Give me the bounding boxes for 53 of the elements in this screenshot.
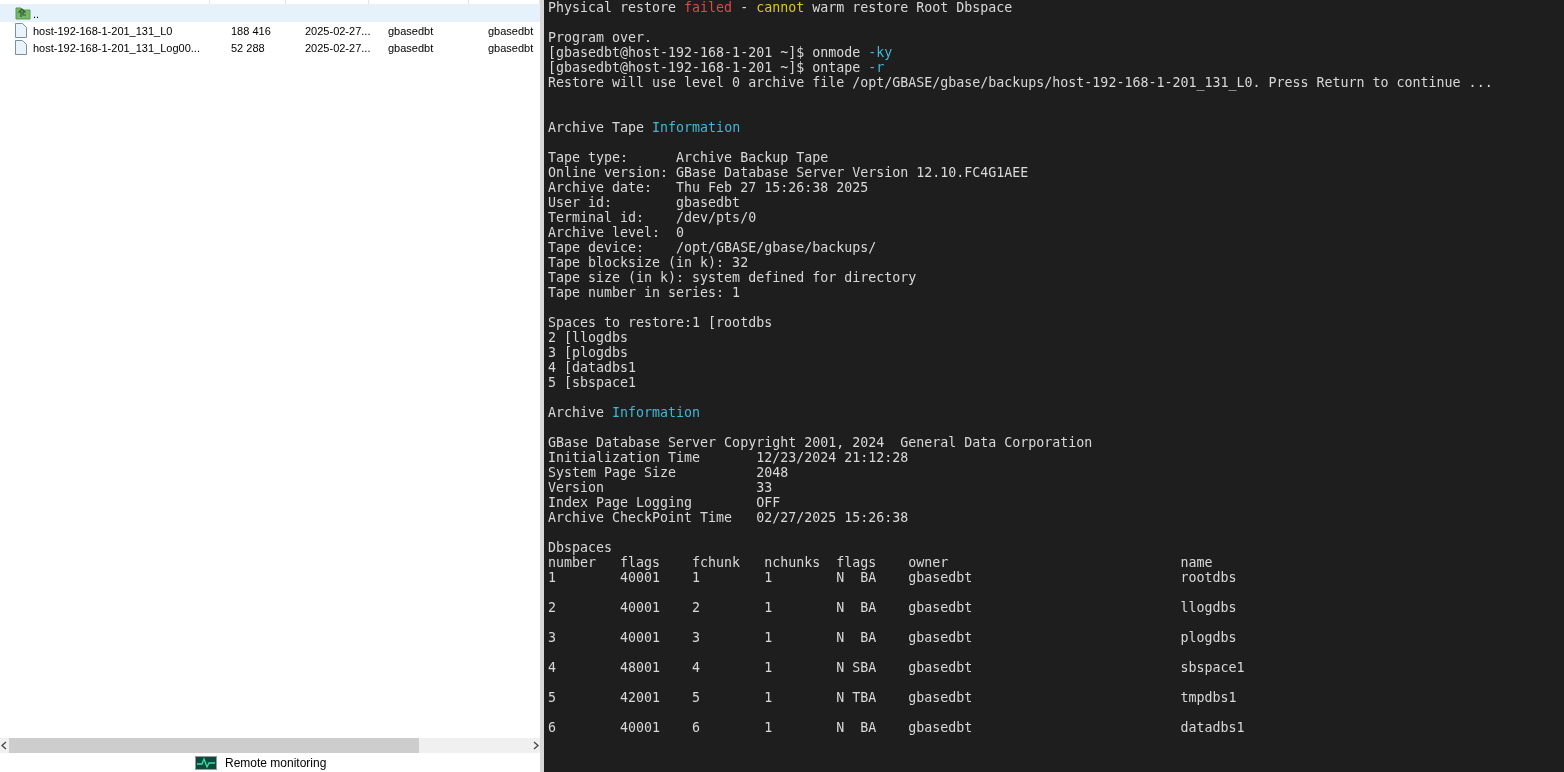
file-size: 188 416 [231, 24, 272, 37]
folder-up-icon [15, 7, 31, 20]
terminal-line: GBase Database Server Copyright 2001, 2024 General Data Corporation [548, 435, 1094, 450]
terminal-line: [gbasedbt@host-192-168-1-201 ~]$ ontape -r [548, 60, 886, 75]
terminal-line: Dbspaces [548, 540, 614, 555]
terminal-line: Online version: GBase Database Server Version 12.10.FC4G1AEE [548, 165, 1030, 180]
terminal-line: 3 [plogdbs [548, 345, 630, 360]
file-row[interactable]: host-192-168-1-201_131_L0 188 416 2025-02-27... gbasedbt gbasedbt [0, 22, 540, 39]
terminal-line: 2 [llogdbs [548, 330, 630, 345]
terminal-line: Archive Tape Information [548, 120, 742, 135]
terminal-line: 3 40001 3 1 N BA gbasedbt plogdbs [548, 630, 1238, 645]
terminal-line: Spaces to restore:1 [rootdbs [548, 315, 774, 330]
file-icon [15, 23, 27, 38]
file-name: host-192-168-1-201_131_Log00... [32, 41, 201, 54]
terminal-line: Tape size (in k): system defined for directory [548, 270, 918, 285]
terminal-line: User id: gbasedbt [548, 195, 742, 210]
terminal-line: System Page Size 2048 [548, 465, 790, 480]
terminal-line: number flags fchunk nchunks flags owner name [548, 555, 1214, 570]
scrollbar-thumb[interactable] [9, 738, 419, 753]
terminal-line: Tape device: /opt/GBASE/gbase/backups/ [548, 240, 878, 255]
monitor-icon [195, 755, 217, 770]
terminal-line: Initialization Time 12/23/2024 21:12:28 [548, 450, 910, 465]
terminal-line: Tape blocksize (in k): 32 [548, 255, 750, 270]
terminal-line: 2 40001 2 1 N BA gbasedbt llogdbs [548, 600, 1238, 615]
remote-monitoring-label[interactable]: Remote monitoring [225, 755, 327, 770]
terminal-line: Tape number in series: 1 [548, 285, 742, 300]
terminal-line: Version 33 [548, 480, 774, 495]
terminal-line: Archive level: 0 [548, 225, 686, 240]
file-date: 2025-02-27... [305, 24, 372, 37]
file-size: 52 288 [231, 41, 266, 54]
terminal-line: Physical restore failed - cannot warm restore Root Dbspace [548, 0, 1014, 15]
terminal-line: 6 40001 6 1 N BA gbasedbt datadbs1 [548, 720, 1246, 735]
file-owner: gbasedbt [388, 41, 435, 54]
file-owner: gbasedbt [388, 24, 435, 37]
terminal-line: 1 40001 1 1 N BA gbasedbt rootdbs [548, 570, 1238, 585]
terminal-line: Archive CheckPoint Time 02/27/2025 15:26:38 [548, 510, 910, 525]
file-row[interactable]: host-192-168-1-201_131_Log00... 52 288 2025-02-27... gbasedbt gbasedbt [0, 39, 540, 56]
file-name: .. [32, 7, 41, 20]
file-name: host-192-168-1-201_131_L0 [32, 24, 174, 37]
horizontal-scrollbar[interactable] [0, 738, 540, 753]
terminal-line: Terminal id: /dev/pts/0 [548, 210, 758, 225]
terminal-line: Archive Information [548, 405, 702, 420]
terminal-line: Index Page Logging OFF [548, 495, 782, 510]
terminal-line: Archive date: Thu Feb 27 15:26:38 2025 [548, 180, 870, 195]
terminal-line: Restore will use level 0 archive file /opt/GBASE/gbase/backups/host-192-168-1-201_131_L0. Press Return to continue ... [548, 75, 1494, 90]
file-row[interactable]: .. [0, 5, 540, 22]
terminal-line: 5 [sbspace1 [548, 375, 638, 390]
terminal-line: Tape type: Archive Backup Tape [548, 150, 830, 165]
terminal-line: 5 42001 5 1 N TBA gbasedbt tmpdbs1 [548, 690, 1238, 705]
file-icon [15, 40, 27, 55]
terminal-line: 4 48001 4 1 N SBA gbasedbt sbspace1 [548, 660, 1246, 675]
file-date: 2025-02-27... [305, 41, 372, 54]
terminal-line: 4 [datadbs1 [548, 360, 638, 375]
